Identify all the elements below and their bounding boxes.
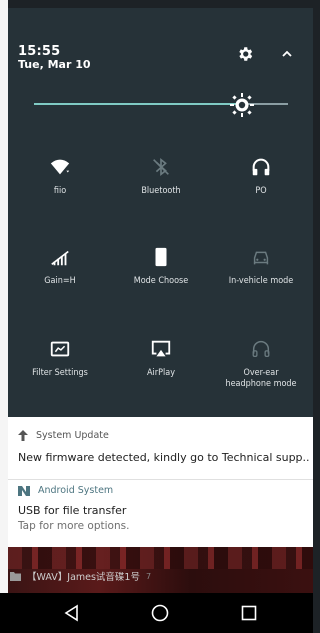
notification-text: New firmware detected, kindly go to Tech… [18, 451, 310, 464]
tile-over-ear[interactable]: Over-ear headphone mode [211, 338, 311, 390]
car-icon [253, 251, 269, 265]
home-icon[interactable] [150, 603, 170, 623]
notification-header: Android System [18, 485, 113, 496]
brightness-knob-icon[interactable] [229, 92, 255, 118]
arrow-up-icon [18, 430, 28, 441]
tile-label: Filter Settings [32, 368, 88, 378]
tile-airplay[interactable]: AirPlay [111, 338, 211, 379]
tile-label: fiio [53, 186, 67, 196]
left-edge [0, 0, 8, 633]
filter-icon [50, 341, 70, 357]
headphones-icon [252, 158, 270, 176]
tile-filter-settings[interactable]: Filter Settings [10, 338, 110, 379]
airplay-icon [151, 340, 171, 357]
over-ear-icon [252, 341, 270, 357]
tile-mode-choose[interactable]: Mode Choose [111, 246, 211, 287]
recents-icon[interactable] [239, 603, 259, 623]
tile-label: AirPlay [147, 368, 175, 378]
back-icon[interactable] [62, 603, 82, 623]
tile-label: Mode Choose [133, 276, 189, 286]
folder-icon [10, 571, 21, 581]
tile-in-vehicle[interactable]: In-vehicle mode [211, 246, 311, 287]
tile-label: PO [255, 186, 267, 196]
tile-wifi[interactable]: fiio [10, 156, 110, 197]
notification-app-name: System Update [36, 430, 109, 441]
notification-usb[interactable]: Android System USB for file transfer Tap… [8, 480, 313, 547]
notification-header: System Update [18, 430, 109, 441]
date: Tue, Mar 10 [18, 58, 91, 71]
tile-label: Gain=H [44, 276, 76, 286]
notification-subtext: Tap for more options. [18, 520, 130, 532]
bluetooth-off-icon [153, 157, 169, 177]
gear-icon[interactable] [236, 45, 254, 63]
media-player-strip[interactable]: 【WAV】James试音碟1号 7 [8, 547, 313, 593]
notification-title: USB for file transfer [18, 504, 127, 517]
gain-icon [51, 250, 69, 266]
quick-settings-panel: 15:55 Tue, Mar 10 fiio Bluetooth PO Gain… [8, 8, 313, 417]
tile-bluetooth[interactable]: Bluetooth [111, 156, 211, 197]
phone-mode-icon [155, 247, 167, 267]
tile-gain[interactable]: Gain=H [10, 246, 110, 287]
now-playing-row: 【WAV】James试音碟1号 7 [10, 569, 151, 583]
tile-po[interactable]: PO [211, 156, 311, 197]
notification-system-update[interactable]: System Update New firmware detected, kin… [8, 417, 313, 480]
now-playing-title: 【WAV】James试音碟1号 [27, 572, 140, 583]
collapse-chevron-icon[interactable] [281, 48, 293, 60]
album-art-band [8, 547, 313, 569]
tile-label: In-vehicle mode [228, 276, 294, 286]
tile-label: Over-ear headphone mode [225, 368, 297, 389]
brightness-fill [34, 103, 243, 105]
notification-app-name: Android System [38, 485, 114, 496]
tile-label: Bluetooth [141, 186, 181, 196]
clock: 15:55 [18, 44, 61, 59]
navigation-bar [0, 593, 313, 633]
track-count: 7 [145, 571, 152, 581]
android-icon [18, 485, 30, 496]
wifi-icon [50, 159, 70, 175]
